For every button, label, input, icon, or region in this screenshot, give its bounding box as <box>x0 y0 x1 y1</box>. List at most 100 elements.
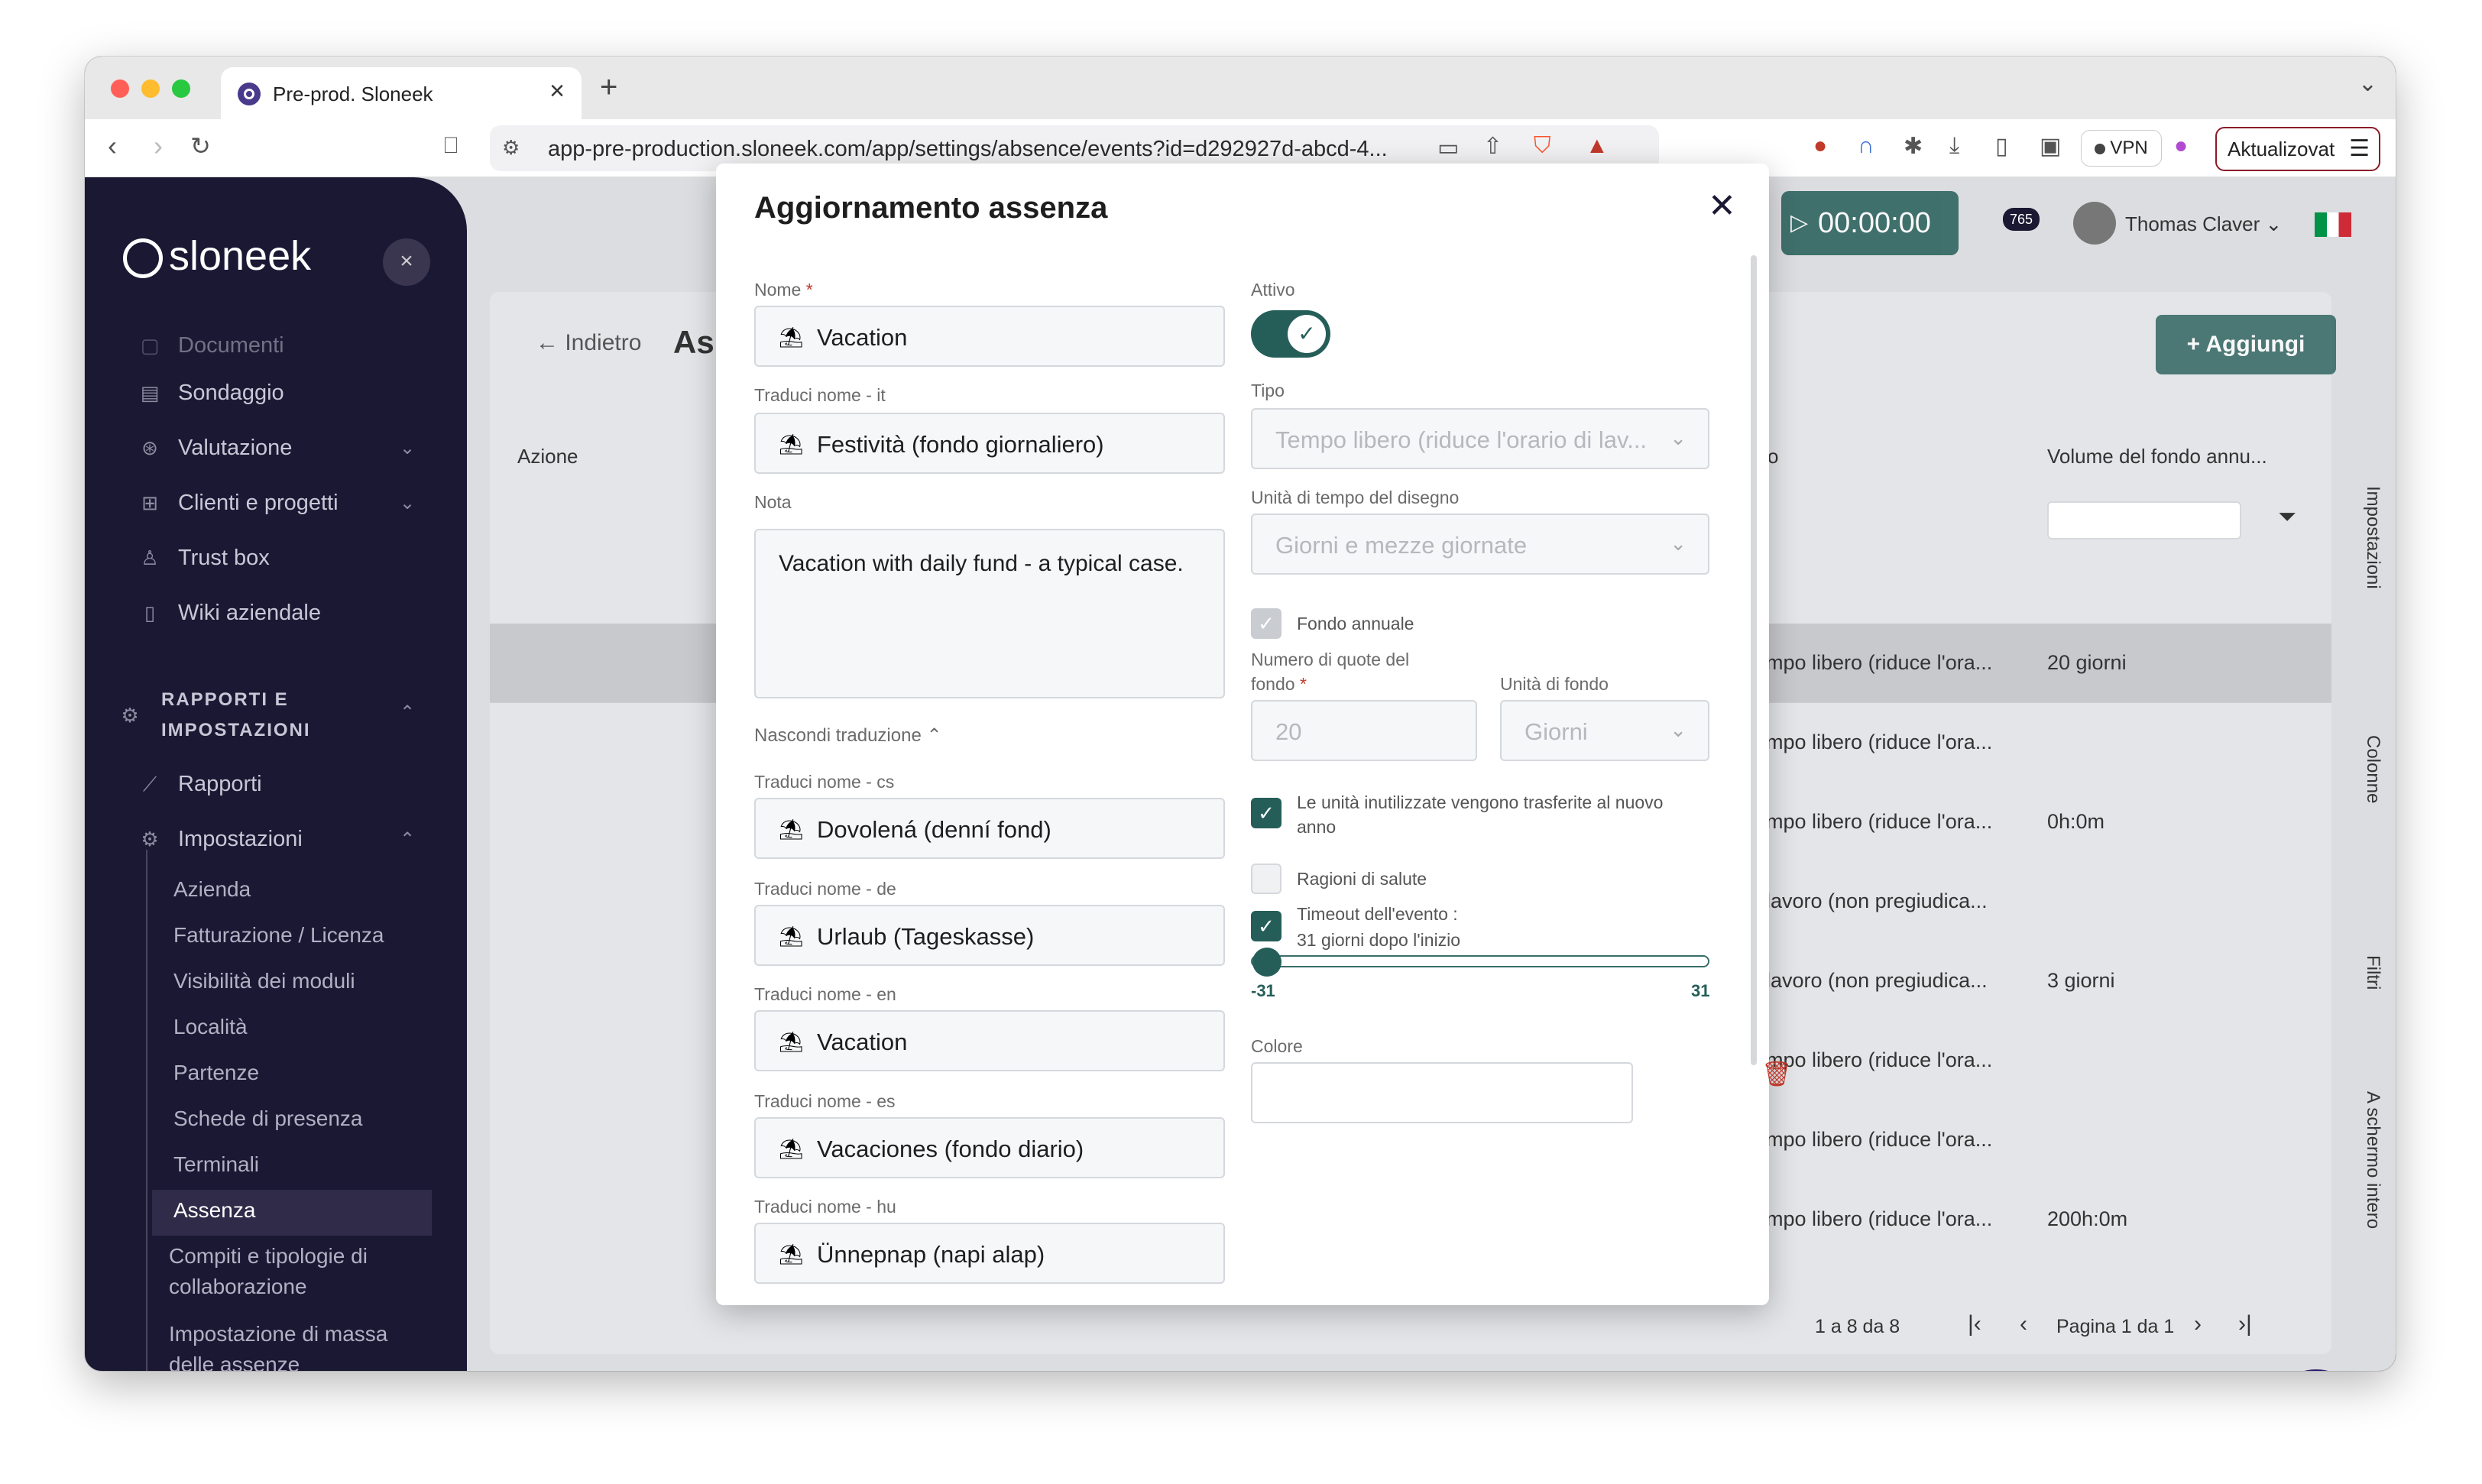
browser-tab[interactable]: Pre-prod. Sloneek × <box>221 67 582 119</box>
quota-input[interactable]: 20 <box>1251 700 1477 761</box>
chevron-down-icon[interactable]: ⌄ <box>400 492 415 514</box>
user-name[interactable]: Thomas Claver ⌄ <box>2125 212 2282 236</box>
sidebar-item-documents[interactable]: ▢ Documenti <box>138 330 284 361</box>
minimize-window-button[interactable] <box>141 79 160 98</box>
logo[interactable]: sloneek <box>169 232 311 280</box>
translate-it-value: Festività (fondo giornaliero) <box>817 431 1104 458</box>
sidebar-item-company[interactable]: Azienda <box>173 874 251 905</box>
translate-en-field[interactable]: ⛱ Vacation <box>754 1010 1225 1071</box>
back-label: Indietro <box>565 330 642 355</box>
translate-hu-value: Ünnepnap (napi alap) <box>817 1241 1045 1268</box>
sidebar-item-timesheets[interactable]: Schede di presenza <box>173 1103 363 1134</box>
unused-transfer-checkbox[interactable]: ✓ <box>1251 798 1282 828</box>
health-reasons-checkbox[interactable] <box>1251 864 1282 894</box>
sidebar-item-terminals[interactable]: Terminali <box>173 1149 259 1180</box>
update-button[interactable]: Aktualizovat ☰ <box>2215 127 2380 171</box>
avatar[interactable] <box>2073 202 2116 245</box>
time-unit-select[interactable]: Giorni e mezze giornate ⌄ <box>1251 514 1709 575</box>
side-tab-fullscreen[interactable]: A schermo intero <box>2362 1091 2383 1229</box>
cast-icon[interactable]: ▭ <box>1437 134 1459 161</box>
sidebar-item-locations[interactable]: Località <box>173 1012 248 1042</box>
column-header-fund-volume[interactable]: Volume del fondo annu... <box>2047 445 2267 468</box>
tab-list-chevron-icon[interactable]: ⌄ <box>2358 70 2377 97</box>
reload-icon[interactable]: ↻ <box>190 131 211 160</box>
sidebar-item-mass-absence[interactable]: Impostazione di massa delle assenze <box>169 1319 421 1371</box>
share-icon[interactable]: ⇧ <box>1483 133 1502 160</box>
add-button[interactable]: + Aggiungi <box>2156 315 2336 374</box>
modal-scrollbar[interactable] <box>1751 255 1757 1065</box>
next-page-icon[interactable]: › <box>2194 1311 2202 1337</box>
back-arrow-icon[interactable]: ‹ <box>108 130 117 162</box>
sidebar-item-tasks[interactable]: Compiti e tipologie di collaborazione <box>169 1241 421 1302</box>
active-toggle[interactable]: ✓ <box>1251 310 1330 358</box>
notifications-badge[interactable]: 765 <box>2003 208 2040 231</box>
timeout-checkbox[interactable]: ✓ <box>1251 911 1282 941</box>
translate-cs-field[interactable]: ⛱ Dovolená (denní fond) <box>754 798 1225 859</box>
extension-icon[interactable]: ● <box>1813 133 1827 159</box>
close-icon[interactable]: ✕ <box>1708 186 1736 225</box>
brave-shield-icon[interactable]: ⛉ <box>1534 133 1551 159</box>
site-settings-icon[interactable]: ⚙ <box>502 136 520 160</box>
sidebar-item-wiki[interactable]: ▯ Wiki aziendale <box>138 598 321 628</box>
download-icon[interactable]: ⤓ <box>1949 133 1959 159</box>
brave-rewards-icon[interactable]: ▲ <box>1586 133 1609 159</box>
chevron-up-icon[interactable]: ⌃ <box>400 828 415 851</box>
sidebar-item-reports[interactable]: ⟋ Rapporti <box>138 769 262 799</box>
wallet-icon[interactable]: ▣ <box>2040 133 2061 160</box>
annual-fund-checkbox[interactable]: ✓ <box>1251 608 1282 639</box>
type-select[interactable]: Tempo libero (riduce l'orario di lav... … <box>1251 408 1709 469</box>
side-tab-columns[interactable]: Colonne <box>2362 735 2383 803</box>
forward-arrow-icon[interactable]: › <box>154 130 163 162</box>
hide-translation-toggle[interactable]: Nascondi traduzione ⌃ <box>754 724 942 747</box>
chevron-up-icon[interactable]: ⌃ <box>400 701 415 724</box>
chevron-down-icon[interactable]: ⌄ <box>400 437 415 459</box>
extension-arc-icon[interactable]: ∩ <box>1858 133 1874 159</box>
fund-unit-select[interactable]: Giorni ⌄ <box>1500 700 1709 761</box>
filter-icon[interactable]: ⏷ <box>2278 504 2296 530</box>
sidebar-item-settings[interactable]: ⚙ Impostazioni <box>138 824 302 854</box>
translate-de-field[interactable]: ⛱ Urlaub (Tageskasse) <box>754 905 1225 966</box>
italian-flag-icon[interactable] <box>2315 212 2351 237</box>
name-field[interactable]: ⛱ Vacation <box>754 306 1225 367</box>
sidebar-close-button[interactable]: × <box>383 238 430 286</box>
sidebar-toggle-icon[interactable]: ▯ <box>1995 133 2008 160</box>
sidebar-item-module-visibility[interactable]: Visibilità dei moduli <box>173 966 355 996</box>
translate-it-field[interactable]: ⛱ Festività (fondo giornaliero) <box>754 413 1225 474</box>
sidebar-item-evaluation[interactable]: ⊛ Valutazione <box>138 433 292 463</box>
sidebar-item-clients[interactable]: ⊞ Clienti e progetti <box>138 488 338 518</box>
column-header-type[interactable]: o <box>1768 445 1778 468</box>
note-textarea[interactable]: Vacation with daily fund - a typical cas… <box>754 529 1225 698</box>
new-tab-plus-icon[interactable]: + <box>600 70 617 105</box>
chart-icon: ⟋ <box>142 773 157 795</box>
trash-icon[interactable]: 🗑 <box>1761 1059 1793 1088</box>
slider-handle[interactable] <box>1252 948 1282 977</box>
bookmark-icon[interactable]: ⎕ <box>444 133 458 159</box>
sidebar-item-departures[interactable]: Partenze <box>173 1058 259 1088</box>
close-window-button[interactable] <box>111 79 129 98</box>
help-button[interactable]: ? <box>2270 1369 2362 1371</box>
timer-button[interactable]: 00:00:00 <box>1781 191 1959 255</box>
column-header-action[interactable]: Azione <box>517 445 578 468</box>
tab-close-icon[interactable]: × <box>549 78 565 104</box>
profile-icon[interactable]: ● <box>2174 133 2188 159</box>
first-page-icon[interactable]: |‹ <box>1968 1311 1981 1337</box>
row-type: mpo libero (riduce l'ora... <box>1766 731 1993 753</box>
vpn-button[interactable]: VPN <box>2081 130 2162 167</box>
side-tab-filters[interactable]: Filtri <box>2362 955 2383 990</box>
sidebar-item-survey[interactable]: ▤ Sondaggio <box>138 377 284 408</box>
fund-volume-filter-input[interactable] <box>2047 501 2241 539</box>
prev-page-icon[interactable]: ‹ <box>2020 1311 2027 1337</box>
translate-es-field[interactable]: ⛱ Vacaciones (fondo diario) <box>754 1117 1225 1178</box>
back-link[interactable]: ← Indietro <box>536 330 641 356</box>
sidebar-item-absence[interactable]: Assenza <box>173 1195 255 1226</box>
sidebar: sloneek × ▢ Documenti ▤ Sondaggio ⊛ Valutaz… <box>85 177 467 1371</box>
maximize-window-button[interactable] <box>172 79 190 98</box>
sidebar-item-trust-box[interactable]: ♙ Trust box <box>138 543 269 573</box>
side-tab-settings[interactable]: Impostazioni <box>2362 486 2383 589</box>
color-input[interactable] <box>1251 1062 1633 1123</box>
sidebar-item-billing[interactable]: Fatturazione / Licenza <box>173 920 384 951</box>
last-page-icon[interactable]: ›| <box>2238 1311 2252 1337</box>
extensions-puzzle-icon[interactable]: ✱ <box>1904 133 1923 160</box>
translate-hu-field[interactable]: ⛱ Ünnepnap (napi alap) <box>754 1223 1225 1284</box>
timeout-slider[interactable] <box>1251 948 1709 977</box>
